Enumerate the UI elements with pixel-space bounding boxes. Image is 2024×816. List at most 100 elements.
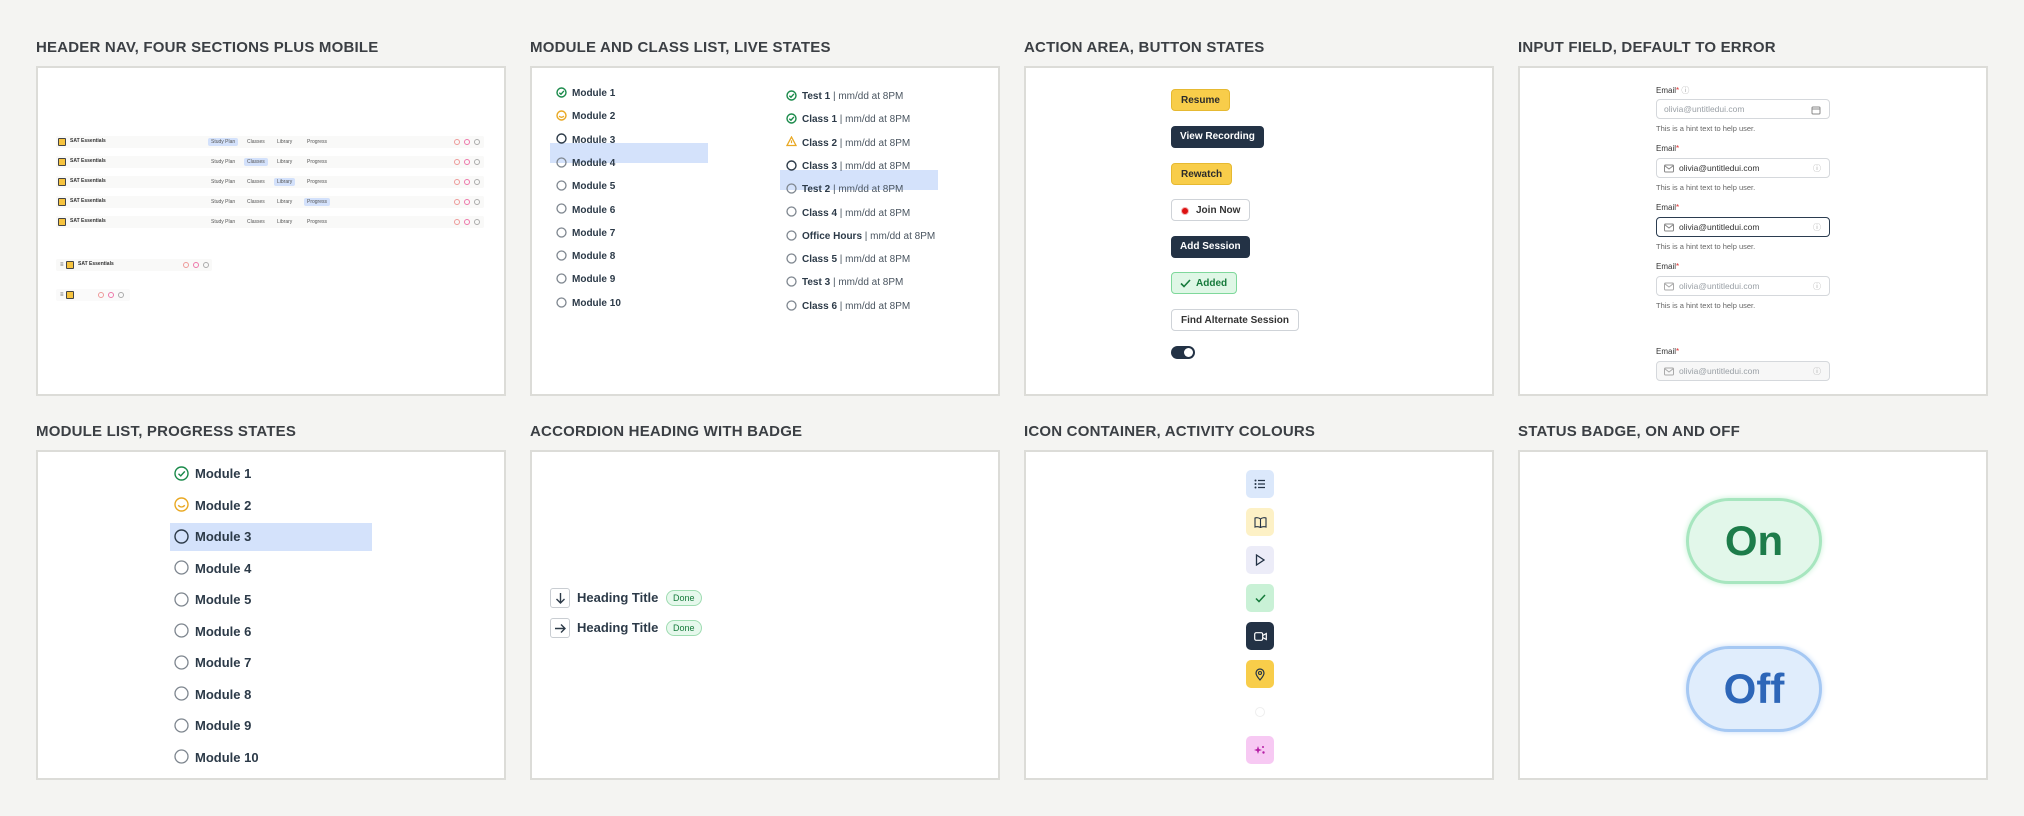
module-item[interactable]: Module 3 [556,132,615,150]
header-nav-row: SAT Essentials Study Plan Classes Librar… [56,216,484,228]
nav-item-study-plan[interactable]: Study Plan [208,218,238,226]
brand-logo-icon [58,218,66,226]
avatar[interactable] [203,262,209,268]
email-field-filled[interactable]: olivia@untitledui.com ⓘ [1656,158,1830,178]
class-item[interactable]: Class 1 | mm/dd at 8PM [786,111,910,129]
class-item[interactable]: Class 4 | mm/dd at 8PM [786,205,910,223]
class-item[interactable]: Test 1 | mm/dd at 8PM [786,88,903,106]
nav-item-classes[interactable]: Classes [244,178,268,186]
module-item[interactable]: Module 2 [556,108,615,126]
module-item[interactable]: Module 6 [174,618,251,646]
module-item[interactable]: Module 5 [556,178,615,196]
message-icon[interactable] [464,159,470,165]
module-item[interactable]: Module 9 [556,271,615,289]
find-alternate-session-button[interactable]: Find Alternate Session [1171,309,1299,331]
nav-item-study-plan[interactable]: Study Plan [208,178,238,186]
nav-item-library[interactable]: Library [274,178,296,186]
nav-item-classes[interactable]: Classes [244,198,268,206]
status-badge-on: On [1686,498,1822,584]
rewatch-button[interactable]: Rewatch [1171,163,1233,185]
module-item[interactable]: Module 4 [556,155,615,173]
module-item[interactable]: Module 8 [556,248,615,266]
message-icon[interactable] [464,139,470,145]
avatar[interactable] [474,179,480,185]
module-item[interactable]: Module 9 [174,712,251,740]
module-item[interactable]: Module 6 [556,202,615,220]
class-item[interactable]: Class 6 | mm/dd at 8PM [786,298,910,316]
message-icon[interactable] [108,292,114,298]
view-recording-button[interactable]: View Recording [1171,126,1264,148]
add-session-button[interactable]: Add Session [1171,236,1250,258]
class-item[interactable]: Office Hours | mm/dd at 8PM [786,228,935,246]
nav-item-library[interactable]: Library [274,218,295,226]
email-label: Email* [1656,203,1680,212]
notification-icon[interactable] [454,199,460,205]
module-item[interactable]: Module 7 [174,649,251,677]
accordion-item-collapsed[interactable]: Heading Title Done [550,618,750,638]
email-field-focused[interactable]: olivia@untitledui.com ⓘ [1656,217,1830,237]
class-item[interactable]: Class 2 | mm/dd at 8PM [786,135,910,153]
class-time: | mm/dd at 8PM [830,277,904,289]
email-field-default[interactable]: olivia@untitledui.com [1656,99,1830,119]
module-item[interactable]: Module 3 [174,523,251,551]
notification-icon[interactable] [454,179,460,185]
help-icon[interactable]: ⓘ [1681,86,1689,95]
nav-item-classes[interactable]: Classes [244,138,268,146]
nav-item-progress[interactable]: Progress [304,198,331,206]
nav-item-progress[interactable]: Progress [304,218,330,226]
class-item[interactable]: Class 3 | mm/dd at 8PM [786,158,910,176]
avatar[interactable] [474,219,480,225]
nav-item-progress[interactable]: Progress [304,158,330,166]
nav-item-progress[interactable]: Progress [304,138,330,146]
nav-item-study-plan[interactable]: Study Plan [208,198,238,206]
nav-item-classes[interactable]: Classes [244,218,268,226]
help-icon[interactable]: ⓘ [1813,278,1821,296]
nav-item-study-plan[interactable]: Study Plan [208,158,238,166]
module-item[interactable]: Module 5 [174,586,251,614]
module-item[interactable]: Module 1 [556,85,615,103]
notification-icon[interactable] [454,219,460,225]
message-icon[interactable] [464,179,470,185]
resume-button[interactable]: Resume [1171,89,1230,111]
avatar[interactable] [474,199,480,205]
class-item[interactable]: Test 2 | mm/dd at 8PM [786,181,903,199]
email-label: Email* [1656,144,1680,153]
toggle-switch[interactable] [1171,346,1195,359]
message-icon[interactable] [464,219,470,225]
avatar[interactable] [474,159,480,165]
module-item[interactable]: Module 8 [174,681,251,709]
module-item[interactable]: Module 1 [174,460,251,488]
module-item[interactable]: Module 7 [556,225,615,243]
nav-item-library[interactable]: Library [274,198,295,206]
class-item[interactable]: Test 3 | mm/dd at 8PM [786,274,903,292]
help-icon[interactable]: ⓘ [1813,219,1821,237]
arrow-right-icon[interactable] [550,618,570,638]
class-item[interactable]: Class 5 | mm/dd at 8PM [786,251,910,269]
avatar[interactable] [118,292,124,298]
added-button[interactable]: Added [1171,272,1238,294]
nav-item-classes[interactable]: Classes [244,158,268,166]
nav-item-study-plan[interactable]: Study Plan [208,138,239,146]
module-item[interactable]: Module 10 [556,295,621,313]
nav-item-progress[interactable]: Progress [304,178,330,186]
nav-item-library[interactable]: Library [274,158,295,166]
avatar[interactable] [474,139,480,145]
arrow-down-icon[interactable] [550,588,570,608]
help-icon[interactable]: ⓘ [1813,160,1821,178]
notification-icon[interactable] [454,139,460,145]
notification-icon[interactable] [183,262,189,268]
join-now-button[interactable]: Join Now [1171,199,1251,221]
message-icon[interactable] [193,262,199,268]
book-icon-container [1246,508,1274,536]
accordion-item-expanded[interactable]: Heading Title Done [550,588,750,608]
check-icon [1254,593,1266,603]
module-item[interactable]: Module 4 [174,555,251,583]
sparkle-icon [1254,746,1265,754]
message-icon[interactable] [464,199,470,205]
module-item[interactable]: Module 2 [174,492,251,520]
email-field-placeholder[interactable]: olivia@untitledui.com ⓘ [1656,276,1830,296]
notification-icon[interactable] [98,292,104,298]
nav-item-library[interactable]: Library [274,138,295,146]
notification-icon[interactable] [454,159,460,165]
module-item[interactable]: Module 10 [174,744,259,772]
